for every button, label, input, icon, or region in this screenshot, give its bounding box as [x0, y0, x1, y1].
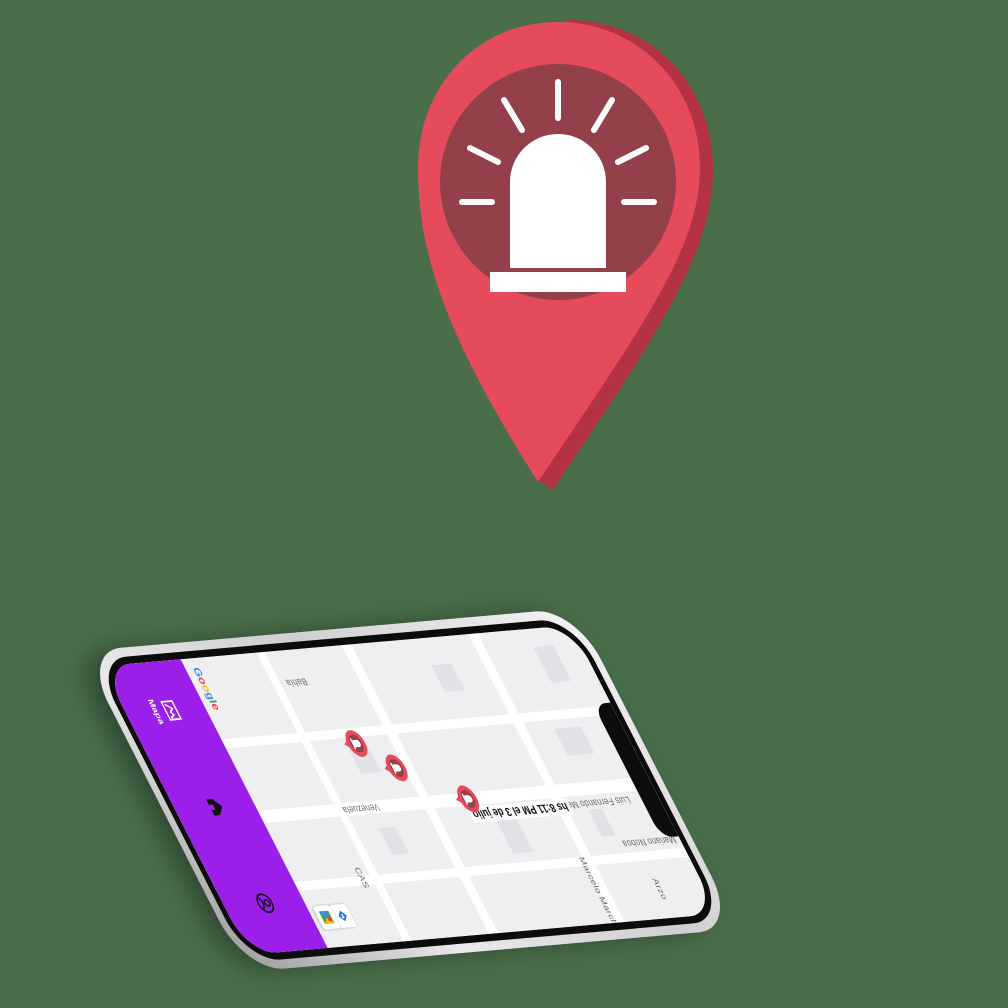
map-building — [554, 726, 595, 756]
phone-screen: Mariano Noboa Luis Fernando Melio Marcel… — [101, 625, 719, 955]
map-building — [431, 663, 465, 693]
nav-item-home[interactable] — [187, 771, 243, 844]
logo-letter: e — [208, 702, 224, 711]
google-maps-icon — [318, 910, 335, 924]
street-label: Arzo — [650, 878, 669, 901]
home-icon — [206, 798, 223, 816]
map-building — [588, 808, 616, 837]
phone-device: Mariano Noboa Luis Fernando Melio Marcel… — [81, 608, 739, 972]
map-building — [533, 645, 572, 683]
map-road — [341, 644, 499, 934]
map-building — [495, 816, 534, 854]
nav-item-profile[interactable] — [236, 867, 292, 940]
emergency-pin-icon — [418, 20, 713, 490]
map-building — [378, 826, 409, 855]
street-label: Bahía — [283, 675, 310, 689]
scene: Mariano Noboa Luis Fernando Melio Marcel… — [0, 0, 1008, 1008]
nav-item-map[interactable]: Mapa — [134, 674, 198, 748]
profile-icon — [256, 893, 275, 914]
